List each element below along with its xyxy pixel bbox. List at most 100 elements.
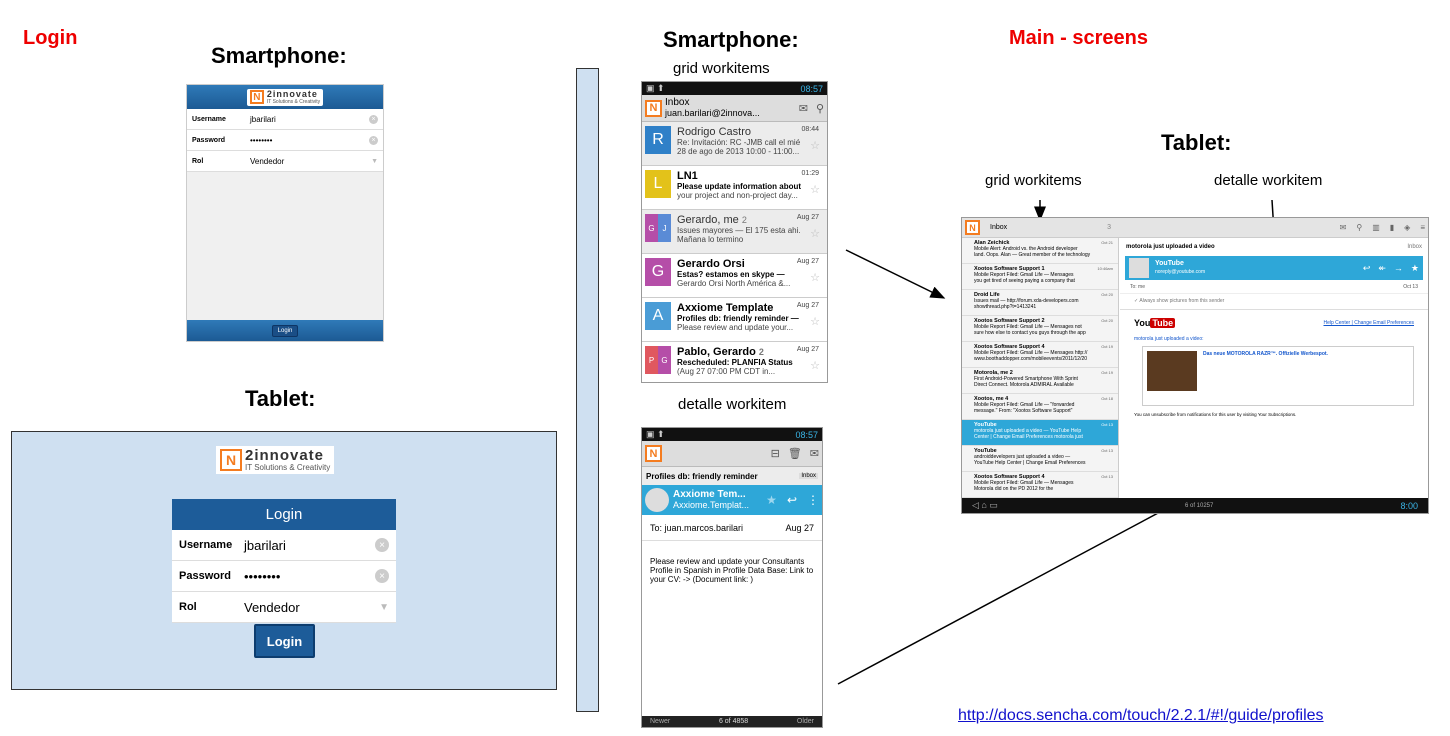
compose-icon[interactable]: ✉	[1340, 223, 1347, 232]
rol-select[interactable]: Rol Vendedor ▼	[172, 592, 396, 623]
rol-value[interactable]: Vendedor	[244, 600, 379, 615]
video-thumbnail[interactable]	[1147, 351, 1197, 391]
sender-name: LN1	[677, 170, 698, 182]
clear-icon[interactable]: ×	[369, 135, 378, 145]
archive-icon[interactable]: ▥	[1372, 223, 1380, 232]
reply-all-icon[interactable]: ↞	[1378, 263, 1386, 274]
star-icon[interactable]: ☆	[810, 227, 820, 240]
older-button[interactable]: Older	[797, 718, 814, 725]
list-item[interactable]: Xootos Software Support 2 Oct 20 Mobile Re…	[962, 316, 1118, 342]
sender-bar[interactable]: YouTube noreply@youtube.com ↩ ↞ → ★	[1125, 256, 1423, 280]
thread-count: 2	[758, 347, 764, 357]
star-icon[interactable]: ☆	[810, 183, 820, 196]
forward-icon[interactable]: →	[1394, 263, 1403, 273]
star-icon[interactable]: ★	[1411, 263, 1419, 274]
sender-bar[interactable]: Axxiome Tem... Axxiome.Templat... ★ ↩ ⋮	[642, 485, 822, 515]
message-list: Alan Zeichick Oct 21 Mobile Alert: Android…	[962, 238, 1119, 500]
search-icon[interactable]: ⚲	[816, 102, 824, 115]
clear-icon[interactable]: ×	[369, 114, 378, 124]
app-logo-icon[interactable]: N	[645, 445, 662, 462]
star-icon[interactable]: ★	[766, 493, 777, 507]
recipient-row[interactable]: To: juan.marcos.barilari Aug 27	[642, 515, 822, 541]
video-title[interactable]: Das neue MOTOROLA RAZR™. Offizielle Werb…	[1203, 351, 1328, 357]
inbox-title: Inbox	[990, 224, 1008, 231]
pager: Newer 6 of 4858 Older	[642, 716, 822, 727]
list-item[interactable]: YouTube Oct 13 motorola just uploaded a vi…	[962, 420, 1118, 446]
mail-icon[interactable]: ✉	[810, 447, 819, 460]
list-item[interactable]: Motorola, me 2 Oct 19 First Android-Powere…	[962, 368, 1118, 394]
label-icon[interactable]: ◈	[1404, 223, 1410, 232]
message-date: Oct 13	[1101, 474, 1113, 479]
unread-count: 3	[1107, 224, 1112, 231]
password-field[interactable]: Password •••••••• ×	[172, 561, 396, 592]
list-item[interactable]: P G Pablo, Gerardo 2 Rescheduled: PLANFIA S…	[642, 342, 827, 382]
login-button[interactable]: Login	[254, 624, 315, 658]
menu-icon[interactable]: ≡	[1420, 223, 1425, 232]
rol-select[interactable]: Rol Vendedor ▼	[187, 151, 383, 172]
chevron-down-icon[interactable]: ▼	[371, 158, 378, 165]
recipient-row[interactable]: To: me Oct 13	[1120, 280, 1428, 294]
star-icon[interactable]: ☆	[810, 271, 820, 284]
star-icon[interactable]: ☆	[810, 139, 820, 152]
list-item[interactable]: Xootos Software Support 4 Oct 19 Mobile Re…	[962, 342, 1118, 368]
username-field[interactable]: Username jbarilari ×	[187, 109, 383, 130]
sender-name: Gerardo Orsi	[677, 258, 745, 270]
inbox-label[interactable]: Inbox	[799, 473, 818, 479]
message-line: you get tired of seeing paying a company…	[974, 278, 1075, 284]
reply-icon[interactable]: ↩	[1363, 263, 1371, 274]
list-item[interactable]: Xootos, me 4 Oct 18 Mobile Report Filed: G…	[962, 394, 1118, 420]
brand-name: 2innovate	[245, 447, 325, 464]
video-card[interactable]: Das neue MOTOROLA RAZR™. Offizielle Werb…	[1142, 346, 1414, 406]
newer-button[interactable]: Newer	[650, 718, 670, 725]
star-icon[interactable]: ☆	[810, 315, 820, 328]
images-note[interactable]: ✓ Always show pictures from this sender	[1120, 294, 1428, 310]
sender-name: Rodrigo Castro	[677, 126, 751, 138]
password-value[interactable]: ••••••••	[244, 569, 375, 584]
message-date: Oct 19	[1101, 370, 1113, 375]
message-line: Rescheduled: PLANFIA Status	[677, 358, 793, 367]
message-date: Oct 13	[1403, 283, 1418, 290]
list-item[interactable]: A Axxiome Template Profiles db: friendly r…	[642, 298, 827, 342]
account-email: juan.barilari@2innova...	[665, 108, 760, 118]
list-item[interactable]: Xootos Software Support 1 10:46am Mobile R…	[962, 264, 1118, 290]
list-item[interactable]: YouTube Oct 13 androiddevelopers just uplo…	[962, 446, 1118, 472]
docs-link[interactable]: http://docs.sencha.com/touch/2.2.1/#!/gu…	[958, 707, 1324, 725]
archive-icon[interactable]: ⊟	[771, 447, 780, 460]
compose-icon[interactable]: ✉	[799, 102, 808, 115]
more-icon[interactable]: ⋮	[807, 493, 819, 507]
search-icon[interactable]: ⚲	[1356, 223, 1362, 232]
trash-icon[interactable]: 🗑	[788, 447, 802, 460]
clear-icon[interactable]: ×	[375, 569, 389, 583]
message-date: Oct 19	[1101, 344, 1113, 349]
reply-icon[interactable]: ↩	[787, 493, 797, 507]
chevron-down-icon[interactable]: ▼	[379, 602, 389, 613]
username-value[interactable]: jbarilari	[250, 115, 369, 124]
password-value[interactable]: ••••••••	[250, 136, 369, 145]
list-item[interactable]: Alan Zeichick Oct 21 Mobile Alert: Android…	[962, 238, 1118, 264]
app-logo-icon: N	[965, 220, 980, 235]
list-item[interactable]: G J Gerardo, me 2 Issues mayores — El 175 e…	[642, 210, 827, 254]
login-panel-title: Login	[172, 499, 396, 530]
rol-value[interactable]: Vendedor	[250, 157, 371, 166]
sender-email: noreply@youtube.com	[1155, 269, 1206, 275]
list-item[interactable]: Droid Life Oct 20 Issues mail — http://for…	[962, 290, 1118, 316]
list-item[interactable]: Xootos Software Support 4 Oct 13 Mobile Re…	[962, 472, 1118, 498]
username-value[interactable]: jbarilari	[244, 538, 375, 553]
images-note-text: Always show pictures from this sender	[1139, 298, 1225, 304]
password-field[interactable]: Password •••••••• ×	[187, 130, 383, 151]
nav-buttons-icon[interactable]: ◁ ⌂ ▭	[972, 500, 998, 511]
star-icon[interactable]: ☆	[810, 359, 820, 372]
list-item[interactable]: L LN1 Please update information about your …	[642, 166, 827, 210]
inbox-label[interactable]: Inbox	[1407, 244, 1422, 250]
rol-label: Rol	[192, 157, 204, 165]
sender-name: Axxiome Template	[677, 302, 774, 314]
login-button[interactable]: Login	[271, 324, 299, 337]
list-item[interactable]: R Rodrigo Castro Re: Invitación: RC -JMB c…	[642, 122, 827, 166]
trash-icon[interactable]: ▮	[1390, 223, 1394, 232]
username-field[interactable]: Username jbarilari ×	[172, 530, 396, 561]
message-line: Please review and update your...	[677, 323, 794, 332]
clear-icon[interactable]: ×	[375, 538, 389, 552]
message-line: (Aug 27 07:00 PM CDT in...	[677, 367, 776, 376]
help-links[interactable]: Help Center | Change Email Preferences	[1323, 320, 1414, 326]
list-item[interactable]: G Gerardo Orsi Estas? estamos en skype — Ge…	[642, 254, 827, 298]
